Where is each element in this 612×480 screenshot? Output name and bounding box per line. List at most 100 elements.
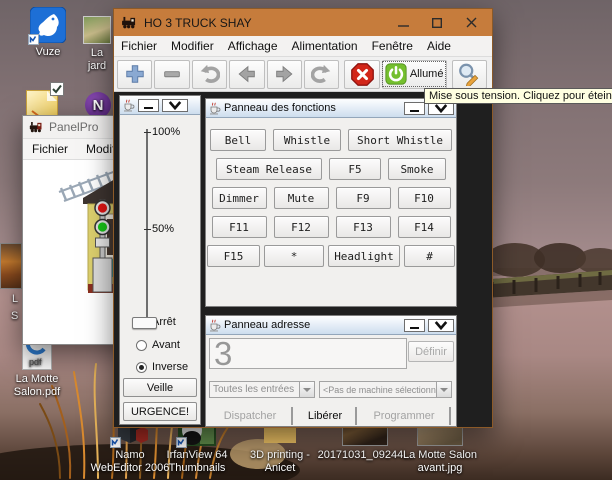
combo-arrow-icon [299, 382, 314, 397]
entries-combobox[interactable]: Toutes les entrées [209, 381, 315, 398]
tick-50: 50% [144, 223, 174, 235]
train-icon [121, 16, 138, 29]
menu-alimentation[interactable]: Alimentation [285, 39, 365, 53]
function-button-mute[interactable]: Mute [274, 187, 329, 209]
emergency-stop-button[interactable] [344, 60, 379, 89]
speed-slider-handle[interactable] [132, 317, 157, 329]
desktop-icon-garden-photo[interactable]: La jard [82, 16, 112, 73]
menu-aide[interactable]: Aide [420, 39, 458, 53]
menu-modifier[interactable]: Modifier [164, 39, 221, 53]
function-button-headlight[interactable]: Headlight [328, 245, 400, 267]
function-button-f9[interactable]: F9 [336, 187, 391, 209]
next-throttle-button[interactable] [267, 60, 302, 89]
close-button[interactable] [457, 12, 485, 34]
address-panel: Panneau adresse 3 Définir Toutes les ent… [205, 315, 457, 427]
function-button-bell[interactable]: Bell [210, 129, 266, 151]
panelpro-title: PanelPro [49, 120, 98, 134]
rotate-next-button[interactable] [304, 60, 339, 89]
rotate-previous-button[interactable] [192, 60, 227, 89]
window-title: HO 3 TRUCK SHAY [144, 16, 383, 30]
function-button-whistle[interactable]: Whistle [273, 129, 341, 151]
power-icon [385, 63, 407, 85]
function-button-short-whistle[interactable]: Short Whistle [348, 129, 452, 151]
photo-thumbnail [0, 243, 22, 289]
function-button-f11[interactable]: F11 [212, 216, 267, 238]
address-panel-header[interactable]: Panneau adresse [206, 316, 456, 335]
new-throttle-button[interactable] [117, 60, 152, 89]
function-button-dimmer[interactable]: Dimmer [212, 187, 267, 209]
panel-minimize-button[interactable] [404, 102, 425, 115]
panel-collapse-button[interactable] [428, 319, 454, 332]
throttle-menubar: Fichier Modifier Affichage Alimentation … [114, 36, 492, 57]
minimize-icon [410, 327, 419, 329]
direction-reverse-radio[interactable]: Inverse [136, 361, 188, 373]
previous-throttle-button[interactable] [229, 60, 264, 89]
idle-button[interactable]: Veille [123, 378, 197, 397]
track-power-toggle[interactable]: Allumé [382, 60, 447, 89]
norton-letter: N [93, 99, 104, 112]
magnifier-pencil-icon [457, 62, 481, 86]
desktop-icon-label: jard [82, 60, 112, 73]
function-button-hash[interactable]: # [404, 245, 455, 267]
desktop-icon-partial-photo[interactable] [0, 243, 22, 289]
panel-minimize-button[interactable] [138, 99, 159, 112]
speed-panel-body: 100% 50% Arrêt Avant Inverse Veille URGE… [120, 115, 200, 424]
desktop-icon-vuze[interactable]: Vuze [13, 7, 83, 59]
dispatch-button[interactable]: Dispatcher [209, 407, 293, 425]
remove-throttle-button[interactable] [154, 60, 189, 89]
function-panel-body: Bell Whistle Short Whistle Steam Release… [206, 118, 456, 306]
function-button-star[interactable]: * [264, 245, 324, 267]
function-button-f12[interactable]: F12 [274, 216, 329, 238]
desktop: Vuze La jard N L S pdf La Motte Salon.pd… [0, 0, 612, 480]
release-button[interactable]: Libérer [295, 407, 357, 425]
speed-panel-header[interactable] [120, 96, 200, 115]
direction-forward-radio[interactable]: Avant [136, 339, 180, 351]
desktop-icon-label: La Motte Salon.pdf [1, 373, 73, 399]
photo-thumbnail [83, 16, 111, 44]
desktop-icon-label: 3D printing - Anicet [240, 449, 320, 475]
function-button-f10[interactable]: F10 [398, 187, 451, 209]
shortcut-arrow-icon [28, 34, 39, 45]
train-icon [29, 121, 44, 133]
throttle-window: HO 3 TRUCK SHAY Fichier Modifier Afficha… [113, 8, 493, 428]
chevron-down-icon [434, 321, 448, 330]
desktop-icon-label: Vuze [13, 46, 83, 59]
java-cup-icon [208, 102, 221, 115]
menu-fichier[interactable]: Fichier [114, 39, 164, 53]
set-address-button[interactable]: Définir [408, 341, 454, 362]
radio-circle-selected [136, 362, 147, 373]
panel-collapse-button[interactable] [162, 99, 188, 112]
edit-preferences-button[interactable] [452, 60, 487, 89]
sync-check-icon [50, 82, 64, 96]
panel-title: Panneau des fonctions [224, 102, 401, 114]
address-input[interactable]: 3 [209, 338, 407, 369]
function-button-f13[interactable]: F13 [336, 216, 391, 238]
function-button-steam-release[interactable]: Steam Release [216, 158, 322, 180]
radio-circle [136, 340, 147, 351]
function-button-f15[interactable]: F15 [207, 245, 260, 267]
panel-minimize-button[interactable] [404, 319, 425, 332]
function-panel-header[interactable]: Panneau des fonctions [206, 99, 456, 118]
minimize-icon [410, 110, 419, 112]
combo-arrow-icon [436, 382, 451, 397]
address-panel-body: 3 Définir Toutes les entrées <Pas de mac… [206, 335, 456, 426]
function-button-smoke[interactable]: Smoke [388, 158, 446, 180]
java-cup-icon [208, 319, 221, 332]
throttle-desktop-area: 100% 50% Arrêt Avant Inverse Veille URGE… [114, 92, 492, 427]
function-button-f5[interactable]: F5 [329, 158, 381, 180]
throttle-titlebar[interactable]: HO 3 TRUCK SHAY [114, 9, 492, 36]
shortcut-arrow-icon [176, 437, 187, 448]
partial-label-1: L [12, 293, 18, 306]
menu-fenetre[interactable]: Fenêtre [365, 39, 420, 53]
program-button[interactable]: Programmer [359, 407, 451, 425]
maximize-button[interactable] [423, 12, 451, 34]
rotate-right-icon [311, 63, 333, 85]
function-button-f14[interactable]: F14 [398, 216, 451, 238]
minimize-button[interactable] [389, 12, 417, 34]
desktop-icon-label: IrfanView 64 Thumbnails [157, 449, 237, 475]
menu-affichage[interactable]: Affichage [221, 39, 285, 53]
emergency-button[interactable]: URGENCE! [123, 402, 197, 421]
locomotive-combobox[interactable]: <Pas de machine sélectionnée> [319, 381, 452, 398]
menu-fichier[interactable]: Fichier [23, 142, 77, 156]
minimize-icon [144, 107, 153, 109]
